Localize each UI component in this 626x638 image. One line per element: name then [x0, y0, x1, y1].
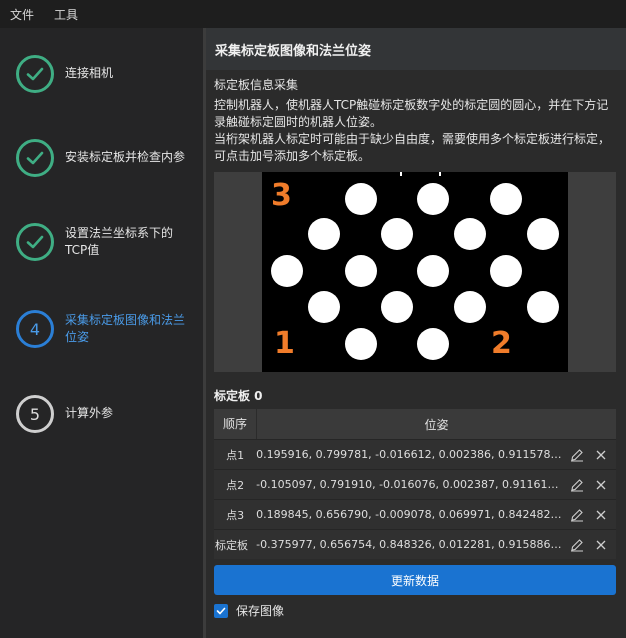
- instruction-line-2: 当桁架机器人标定时可能由于缺少自由度，需要使用多个标定板进行标定，可点击加号添加…: [214, 132, 611, 163]
- calibration-board-image: 3 1 2: [262, 172, 568, 372]
- close-icon[interactable]: [592, 446, 610, 464]
- row-pose: -0.375977, 0.656754, 0.848326, 0.012281,…: [256, 538, 564, 551]
- header-pose: 位姿: [424, 417, 449, 432]
- calibration-image-frame: 3 1 2: [214, 172, 616, 372]
- calibration-dot: [417, 183, 449, 215]
- row-pose: 0.189845, 0.656790, -0.009078, 0.069971,…: [256, 508, 564, 521]
- calibration-dot: [345, 183, 377, 215]
- section-title: 标定板信息采集: [214, 78, 299, 92]
- check-icon: [26, 67, 44, 81]
- row-pose: -0.105097, 0.791910, -0.016076, 0.002387…: [256, 478, 564, 491]
- check-icon: [216, 607, 226, 614]
- check-icon: [26, 151, 44, 165]
- row-actions: [568, 536, 616, 554]
- step-done-check: [16, 55, 54, 93]
- row-order: 点2: [226, 478, 245, 492]
- close-icon[interactable]: [592, 476, 610, 494]
- step-done-check: [16, 223, 54, 261]
- row-actions: [568, 446, 616, 464]
- steps-sidebar: 连接相机 安装标定板并检查内参 设置法兰坐标系下的TCP值 4 采集标定板图像和…: [0, 28, 203, 638]
- step-capture-images[interactable]: 4 采集标定板图像和法兰位姿: [0, 309, 203, 349]
- step-install-board[interactable]: 安装标定板并检查内参: [0, 138, 203, 178]
- table-row: 点3 0.189845, 0.656790, -0.009078, 0.0699…: [214, 499, 616, 529]
- edit-icon[interactable]: [568, 476, 586, 494]
- calibration-dot: [527, 291, 559, 323]
- pose-table: 顺序 位姿 点1 0.195916, 0.799781, -0.016612, …: [214, 409, 616, 559]
- menu-file[interactable]: 文件: [10, 6, 34, 23]
- save-images-option: 保存图像: [214, 602, 284, 619]
- table-row: 点1 0.195916, 0.799781, -0.016612, 0.0023…: [214, 439, 616, 469]
- instructions: 控制机器人，使机器人TCP触碰标定板数字处的标定圆的圆心，并在下方记录触碰标定圆…: [214, 97, 620, 165]
- save-images-checkbox[interactable]: [214, 603, 228, 618]
- step-number-circle: 4: [16, 310, 54, 348]
- calibration-dot: [345, 255, 377, 287]
- step-set-tcp[interactable]: 设置法兰坐标系下的TCP值: [0, 222, 203, 262]
- calibration-dot: [345, 328, 377, 360]
- step-connect-camera[interactable]: 连接相机: [0, 54, 203, 94]
- step-done-check: [16, 139, 54, 177]
- step-label: 计算外参: [65, 406, 114, 420]
- header-order: 顺序: [214, 409, 257, 439]
- table-header: 顺序 位姿: [214, 409, 616, 439]
- board-label: 标定板 0: [214, 389, 263, 403]
- step-label: 连接相机: [65, 66, 114, 80]
- close-icon[interactable]: [592, 506, 610, 524]
- row-order: 标定板: [215, 538, 248, 552]
- instruction-line-1: 控制机器人，使机器人TCP触碰标定板数字处的标定圆的圆心，并在下方记录触碰标定圆…: [214, 98, 609, 129]
- edit-icon[interactable]: [568, 536, 586, 554]
- calibration-dot: [381, 291, 413, 323]
- step-number: 5: [29, 404, 41, 424]
- update-data-button[interactable]: 更新数据: [214, 565, 616, 595]
- page-title: 采集标定板图像和法兰位姿: [215, 43, 372, 59]
- step-label: 采集标定板图像和法兰位姿: [65, 313, 186, 344]
- calibration-dot: [454, 291, 486, 323]
- step-label: 设置法兰坐标系下的TCP值: [65, 226, 174, 257]
- step-compute-extrinsics[interactable]: 5 计算外参: [0, 394, 203, 434]
- calibration-dot: [417, 255, 449, 287]
- edit-icon[interactable]: [568, 506, 586, 524]
- step-number: 4: [29, 319, 41, 339]
- tick-mark: [400, 172, 402, 176]
- row-order: 点1: [226, 448, 245, 462]
- tick-mark: [439, 172, 441, 176]
- table-row: 点2 -0.105097, 0.791910, -0.016076, 0.002…: [214, 469, 616, 499]
- marker-3: 3: [271, 178, 292, 213]
- marker-1: 1: [274, 326, 295, 361]
- save-images-label: 保存图像: [236, 604, 285, 618]
- step-label: 安装标定板并检查内参: [65, 150, 186, 164]
- main-panel: 采集标定板图像和法兰位姿 标定板信息采集 控制机器人，使机器人TCP触碰标定板数…: [206, 28, 626, 638]
- edit-icon[interactable]: [568, 446, 586, 464]
- calibration-dot: [308, 218, 340, 250]
- calibration-dot: [381, 218, 413, 250]
- row-actions: [568, 476, 616, 494]
- calibration-dot: [271, 255, 303, 287]
- menu-tools[interactable]: 工具: [54, 6, 78, 23]
- calibration-dot: [490, 183, 522, 215]
- step-number-circle: 5: [16, 395, 54, 433]
- row-pose: 0.195916, 0.799781, -0.016612, 0.002386,…: [256, 448, 564, 461]
- calibration-dot: [527, 218, 559, 250]
- row-actions: [568, 506, 616, 524]
- close-icon[interactable]: [592, 536, 610, 554]
- check-icon: [26, 235, 44, 249]
- update-data-label: 更新数据: [390, 573, 439, 588]
- calibration-dot: [308, 291, 340, 323]
- menu-bar: 文件 工具: [0, 0, 626, 28]
- table-row: 标定板 -0.375977, 0.656754, 0.848326, 0.012…: [214, 529, 616, 559]
- panel-header: 采集标定板图像和法兰位姿: [206, 28, 626, 70]
- row-order: 点3: [226, 508, 245, 522]
- marker-2: 2: [491, 326, 512, 361]
- calibration-dot: [490, 255, 522, 287]
- calibration-dot: [417, 328, 449, 360]
- calibration-dot: [454, 218, 486, 250]
